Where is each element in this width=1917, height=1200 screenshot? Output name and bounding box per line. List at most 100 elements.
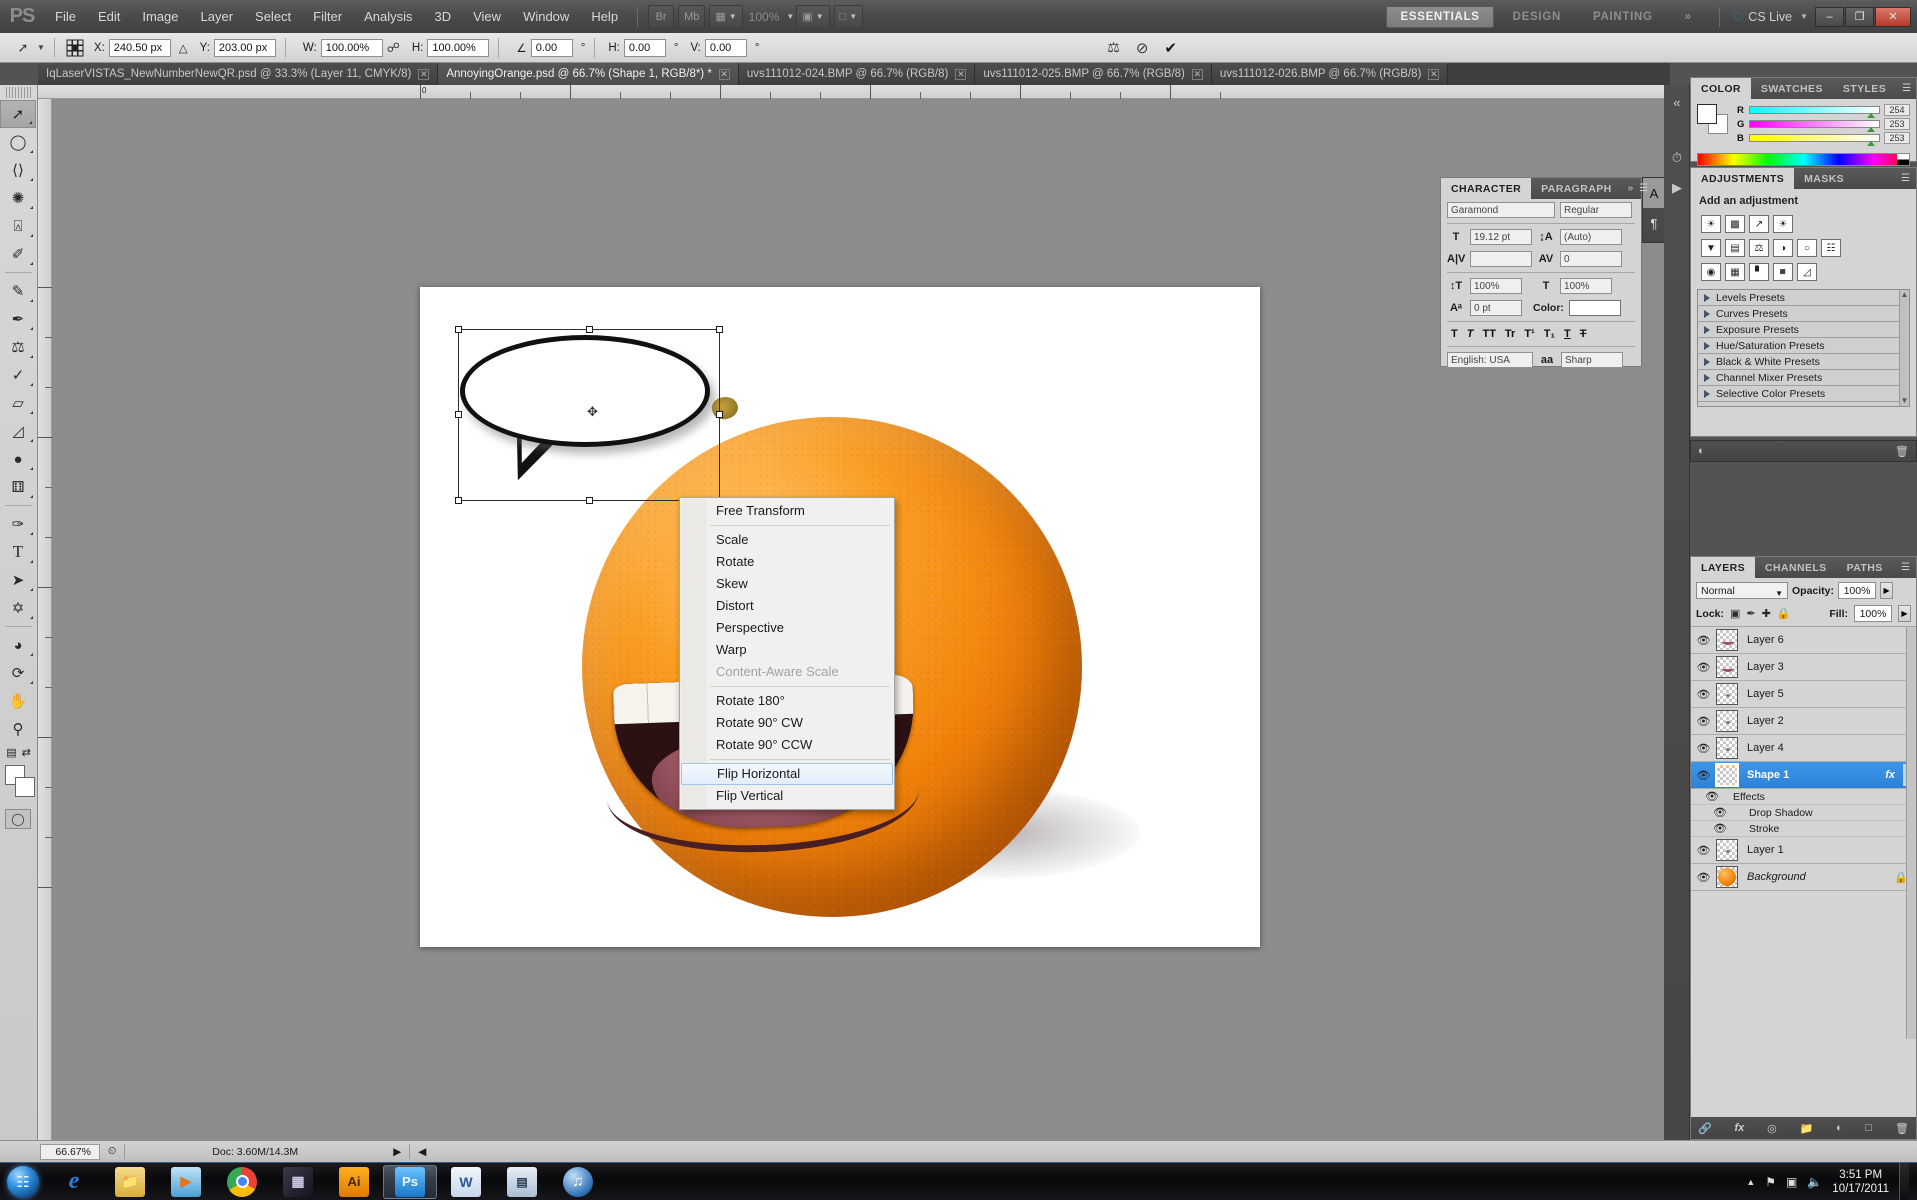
menu-analysis[interactable]: Analysis: [353, 0, 423, 33]
reference-point-locator[interactable]: [64, 37, 86, 59]
custom-shape-tool[interactable]: ✡: [0, 594, 36, 622]
color-panel[interactable]: COLOR SWATCHES STYLES ☰ R 254 G 253: [1690, 77, 1917, 162]
tab-character[interactable]: CHARACTER: [1441, 178, 1531, 199]
taskbar-media-app[interactable]: ▦: [271, 1165, 325, 1199]
horizontal-scale-input[interactable]: 100%: [1560, 278, 1612, 294]
character-panel[interactable]: CHARACTER PARAGRAPH » ☰ Garamond Regular…: [1440, 177, 1642, 367]
ctx-warp[interactable]: Warp: [680, 639, 894, 661]
chevron-right-icon[interactable]: [1704, 374, 1710, 382]
underline-button[interactable]: T: [1564, 328, 1571, 340]
ctx-skew[interactable]: Skew: [680, 573, 894, 595]
menu-view[interactable]: View: [462, 0, 512, 33]
layer-row-background[interactable]: 👁 Background 🔒: [1691, 864, 1916, 891]
new-group-icon[interactable]: 📁: [1800, 1122, 1814, 1135]
language-input[interactable]: English: USA: [1447, 352, 1533, 368]
transform-center-point-icon[interactable]: ✥: [587, 405, 600, 418]
tab-channels[interactable]: CHANNELS: [1755, 557, 1837, 578]
small-caps-button[interactable]: Tr: [1505, 328, 1515, 340]
layer-row-layer-6[interactable]: 👁 Layer 6: [1691, 627, 1916, 654]
chevron-right-icon[interactable]: [1704, 326, 1710, 334]
taskbar-windows-explorer[interactable]: 📁: [103, 1165, 157, 1199]
start-button[interactable]: ☷: [0, 1164, 46, 1200]
effect-visibility-eye-icon[interactable]: 👁: [1691, 822, 1749, 835]
taskbar-adobe-illustrator[interactable]: Ai: [327, 1165, 381, 1199]
chevron-right-icon[interactable]: [1704, 358, 1710, 366]
vibrance-icon[interactable]: ▼: [1701, 239, 1721, 257]
preset-hue-saturation[interactable]: Hue/Saturation Presets: [1698, 338, 1909, 354]
layers-scrollbar[interactable]: [1906, 627, 1916, 1039]
canvas-area[interactable]: 0: [38, 85, 1670, 1140]
menu-window[interactable]: Window: [512, 0, 580, 33]
layer-thumbnail[interactable]: [1716, 683, 1738, 705]
arrange-documents-button[interactable]: ▣▼: [796, 5, 829, 29]
layer-row-layer-2[interactable]: 👁 Layer 2: [1691, 708, 1916, 735]
tracking-input[interactable]: 0: [1560, 251, 1622, 267]
subscript-button[interactable]: T₁: [1544, 328, 1555, 340]
menu-select[interactable]: Select: [244, 0, 302, 33]
show-hidden-icons-icon[interactable]: ▲: [1746, 1177, 1755, 1187]
black-white-icon[interactable]: ◑: [1773, 239, 1793, 257]
brightness-contrast-icon[interactable]: ☀: [1701, 215, 1721, 233]
taskbar-windows-media-player[interactable]: ▶: [159, 1165, 213, 1199]
doc-tab-uvs026[interactable]: uvs111012-026.BMP @ 66.7% (RGB/8) ✕: [1212, 63, 1449, 85]
zoom-tool[interactable]: ⚲: [0, 715, 36, 743]
doc-tab-annoyingorange[interactable]: AnnoyingOrange.psd @ 66.7% (Shape 1, RGB…: [438, 63, 738, 85]
tab-masks[interactable]: MASKS: [1794, 168, 1854, 189]
effect-row-stroke[interactable]: 👁 Stroke: [1691, 821, 1916, 837]
leading-input[interactable]: (Auto): [1560, 229, 1622, 245]
lock-all-icon[interactable]: 🔒: [1777, 607, 1791, 620]
layers-panel[interactable]: LAYERS CHANNELS PATHS ☰ Normal ▼ Opacity…: [1690, 556, 1917, 1140]
pen-tool[interactable]: ✑: [0, 510, 36, 538]
layer-row-shape-1[interactable]: 👁 Shape 1 fx ▲: [1691, 762, 1916, 789]
type-tool[interactable]: T: [0, 538, 36, 566]
x-input[interactable]: 240.50 px: [109, 39, 171, 57]
tool-preset-caret-icon[interactable]: ▼: [37, 43, 45, 52]
menu-image[interactable]: Image: [131, 0, 189, 33]
blur-tool[interactable]: ●: [0, 445, 36, 473]
ctx-scale[interactable]: Scale: [680, 529, 894, 551]
visibility-eye-icon[interactable]: 👁: [1691, 769, 1716, 782]
preset-black-white[interactable]: Black & White Presets: [1698, 354, 1909, 370]
color-panel-swatches[interactable]: [1697, 104, 1729, 134]
character-panel-collapse-icon[interactable]: »: [1622, 178, 1640, 199]
volume-icon[interactable]: 🔈: [1807, 1175, 1822, 1189]
close-icon[interactable]: ✕: [719, 69, 730, 80]
opacity-stepper-icon[interactable]: ▶: [1880, 582, 1893, 599]
threshold-icon[interactable]: ▘: [1749, 263, 1769, 281]
path-selection-tool[interactable]: ➤: [0, 566, 36, 594]
slider-thumb-icon[interactable]: [1867, 113, 1875, 118]
history-brush-tool[interactable]: ✓: [0, 361, 36, 389]
adjustments-panel[interactable]: ADJUSTMENTS MASKS ☰ Add an adjustment ☀ …: [1690, 167, 1917, 437]
y-input[interactable]: 203.00 px: [214, 39, 276, 57]
launch-mini-bridge-button[interactable]: Mb: [678, 5, 705, 29]
close-icon[interactable]: ✕: [1192, 69, 1203, 80]
preset-selective-color[interactable]: Selective Color Presets: [1698, 386, 1909, 402]
layer-thumbnail[interactable]: [1716, 764, 1738, 786]
transform-handle-mr[interactable]: [716, 411, 723, 418]
fill-stepper-icon[interactable]: ▶: [1898, 605, 1911, 622]
adjustment-presets-list[interactable]: Levels Presets Curves Presets Exposure P…: [1697, 289, 1910, 407]
menu-edit[interactable]: Edit: [87, 0, 131, 33]
new-adjustment-layer-icon[interactable]: ◐: [1836, 1122, 1843, 1134]
presets-scrollbar[interactable]: ▲ ▼: [1899, 290, 1909, 406]
layer-row-layer-4[interactable]: 👁 Layer 4: [1691, 735, 1916, 762]
crop-tool[interactable]: ⍓: [0, 212, 36, 240]
tab-swatches[interactable]: SWATCHES: [1751, 78, 1833, 99]
effect-row-drop-shadow[interactable]: 👁 Drop Shadow: [1691, 805, 1916, 821]
tab-paths[interactable]: PATHS: [1837, 557, 1893, 578]
delete-layer-icon[interactable]: 🗑: [1895, 1122, 1909, 1135]
chevron-down-icon[interactable]: ▼: [1775, 586, 1783, 602]
fill-input[interactable]: 100%: [1854, 605, 1892, 622]
marquee-tool[interactable]: ◯: [0, 128, 36, 156]
strikethrough-button[interactable]: T: [1580, 328, 1587, 340]
transform-handle-bl[interactable]: [455, 497, 462, 504]
commit-transform-button[interactable]: ✔: [1164, 39, 1177, 57]
antialias-input[interactable]: Sharp: [1561, 352, 1623, 368]
channel-slider-g[interactable]: [1749, 120, 1880, 128]
ctx-rotate[interactable]: Rotate: [680, 551, 894, 573]
spot-healing-brush-tool[interactable]: ✎: [0, 277, 36, 305]
close-icon[interactable]: ✕: [418, 69, 429, 80]
font-family-input[interactable]: Garamond: [1447, 202, 1555, 218]
visibility-eye-icon[interactable]: 👁: [1691, 715, 1716, 728]
free-transform-bounding-box[interactable]: ✥: [458, 329, 720, 501]
